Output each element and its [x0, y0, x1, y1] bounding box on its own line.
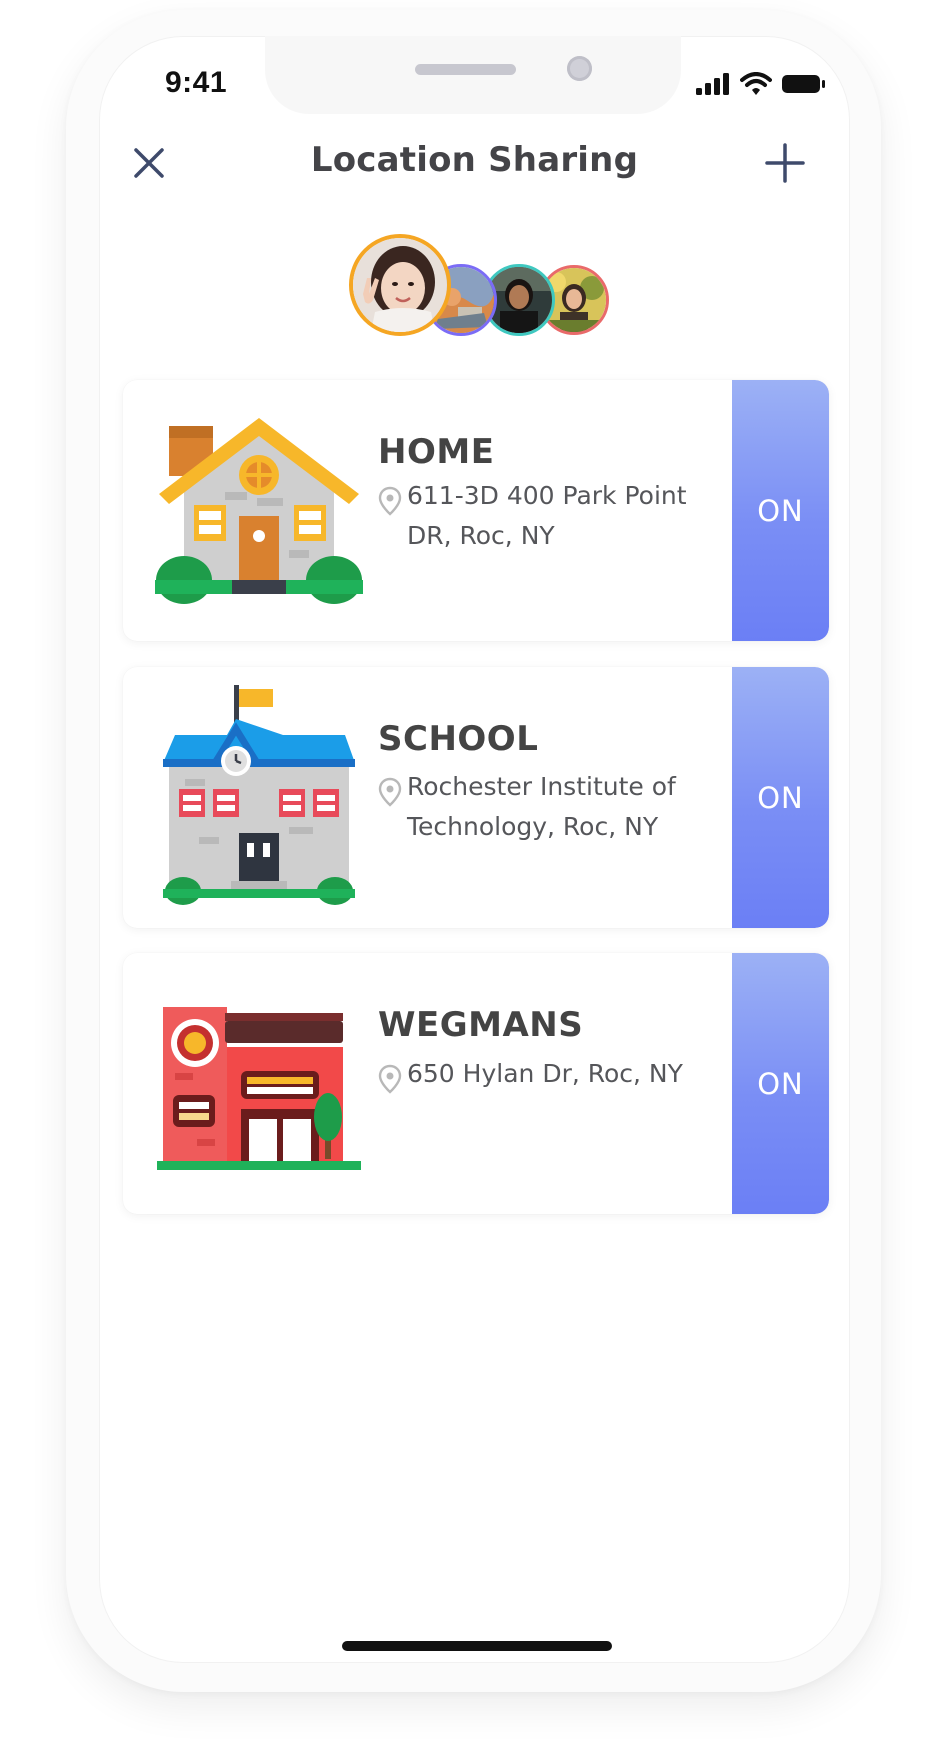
place-card-wegmans[interactable]: WEGMANS 650 Hylan Dr, Roc, NY ON	[123, 953, 829, 1214]
speaker-grille	[415, 64, 516, 75]
front-camera	[567, 56, 592, 81]
place-card-home[interactable]: HOME 611-3D 400 Park Point DR, Roc, NY O…	[123, 380, 829, 641]
battery-icon	[782, 75, 825, 93]
add-location-button[interactable]	[763, 141, 807, 185]
pin-icon	[378, 486, 402, 516]
wifi-icon	[740, 72, 772, 95]
place-address: 611-3D 400 Park Point DR, Roc, NY	[407, 481, 687, 550]
home-indicator[interactable]	[342, 1641, 612, 1651]
sharing-toggle[interactable]: ON	[732, 380, 829, 641]
school-icon	[139, 677, 379, 917]
canvas: 9:41 Location Sharing HOME 611-3D 400 Pa…	[0, 0, 941, 1759]
phone-screen: 9:41 Location Sharing HOME 611-3D 400 Pa…	[99, 36, 850, 1663]
sharing-toggle[interactable]: ON	[732, 953, 829, 1214]
plus-icon	[765, 143, 805, 183]
page-title: Location Sharing	[310, 140, 639, 180]
signal-icon	[696, 73, 729, 95]
place-name: HOME	[378, 432, 495, 472]
place-name: SCHOOL	[378, 719, 539, 759]
pin-icon	[378, 1064, 402, 1094]
place-address: Rochester Institute of Technology, Roc, …	[407, 772, 676, 841]
avatar-1[interactable]	[349, 234, 451, 336]
store-icon	[139, 963, 379, 1203]
notch	[265, 36, 681, 114]
place-address: 650 Hylan Dr, Roc, NY	[407, 1059, 683, 1088]
place-card-school[interactable]: SCHOOL Rochester Institute of Technology…	[123, 667, 829, 928]
house-icon	[139, 390, 379, 630]
status-icons	[696, 72, 826, 96]
place-name: WEGMANS	[378, 1005, 584, 1045]
sharing-toggle[interactable]: ON	[732, 667, 829, 928]
status-time: 9:41	[165, 66, 228, 99]
pin-icon	[378, 777, 402, 807]
